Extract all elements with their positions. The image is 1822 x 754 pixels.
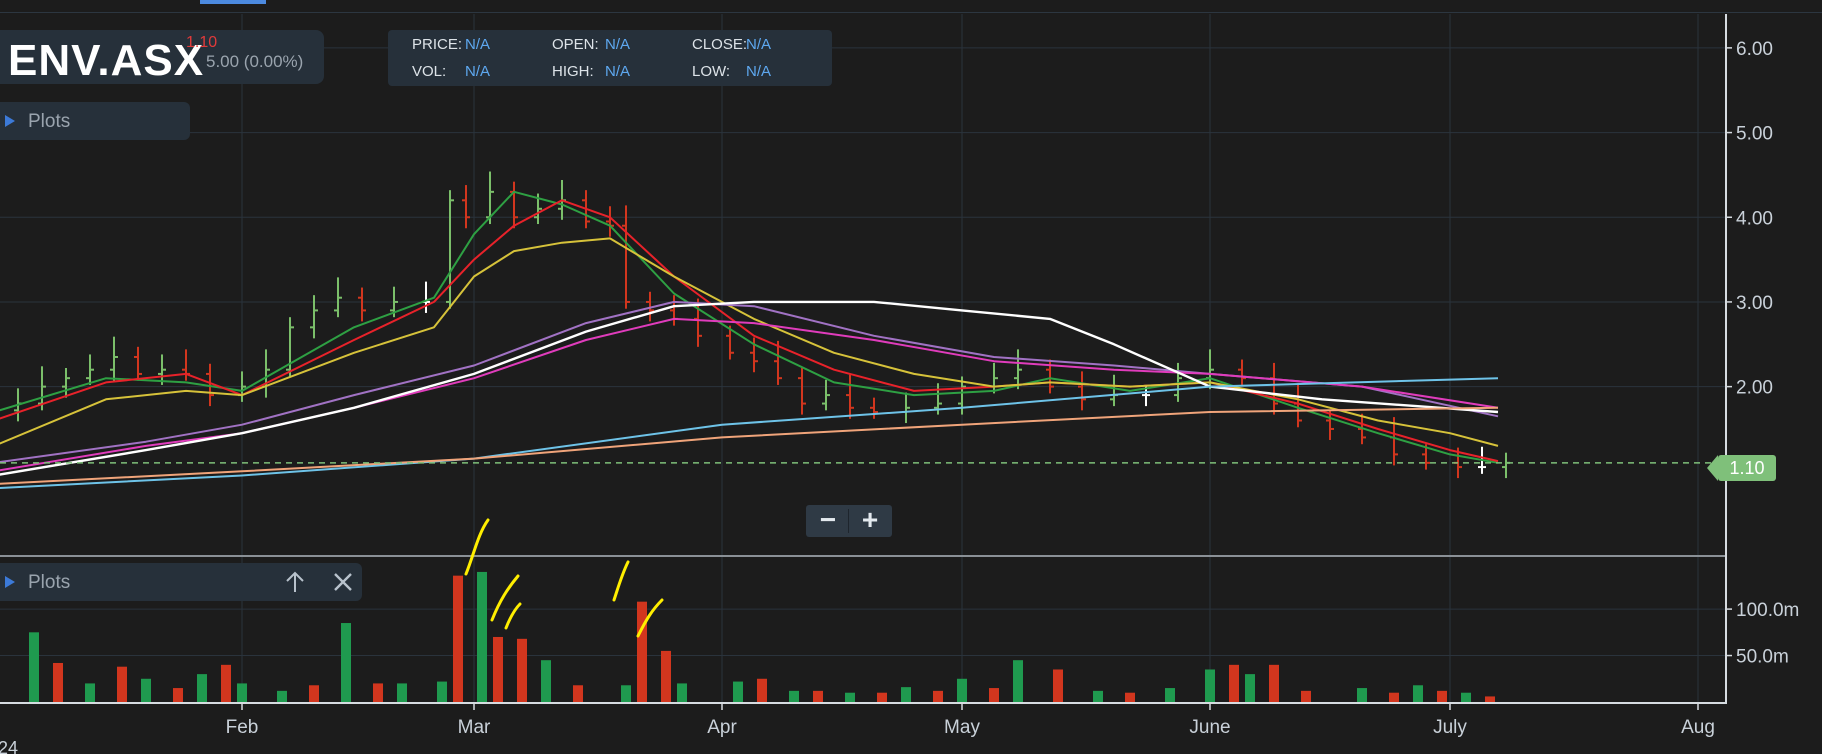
volume-bar [677, 683, 687, 702]
volume-bar [1461, 692, 1471, 702]
last-price-tag: 1.10 [1707, 455, 1776, 481]
volume-bar [845, 692, 855, 702]
price-plots-label: Plots [28, 111, 71, 132]
volume-bar [493, 636, 503, 702]
high-label: HIGH: [552, 63, 594, 80]
time-tick-label: Aug [1681, 717, 1715, 738]
volume-bar [1165, 688, 1175, 702]
price-tick-label: 2.00 [1736, 378, 1773, 399]
volume-bar [989, 688, 999, 702]
volume-bar [85, 683, 95, 702]
volume-bar [237, 683, 247, 702]
volume-bar [341, 623, 351, 702]
volume-bar [309, 685, 319, 702]
volume-bar [573, 685, 583, 702]
volume-bar [901, 687, 911, 702]
price-tick-label: 6.00 [1736, 39, 1773, 60]
volume-bar [1013, 660, 1023, 702]
volume-bar [1269, 664, 1279, 702]
ohlc-legend: PRICE: N/A OPEN: N/A CLOSE: N/A VOL: N/A… [388, 30, 832, 86]
zoom-in-button[interactable]: + [850, 505, 890, 537]
volume-bar [1245, 674, 1255, 702]
symbol-name: ENV.ASX [8, 36, 205, 85]
time-tick-label: Mar [458, 717, 491, 738]
expand-triangle-icon [5, 115, 15, 127]
vol-value: N/A [465, 63, 491, 80]
volume-bar [197, 674, 207, 702]
volume-bar [757, 678, 767, 702]
top-toolbar-strip [0, 0, 1822, 13]
volume-bar [661, 650, 671, 702]
volume-bar [1205, 669, 1215, 702]
price-tick-label: 4.00 [1736, 208, 1773, 229]
volume-bar [373, 683, 383, 702]
volume-bar [437, 681, 447, 702]
volume-bar [277, 690, 287, 702]
volume-bar [29, 632, 39, 702]
volume-bar [453, 575, 463, 702]
time-tick-label: June [1189, 717, 1230, 738]
volume-bar [877, 692, 887, 702]
price-plots-toggle[interactable]: Plots [0, 102, 190, 140]
price-value: N/A [465, 36, 491, 53]
time-tick-label: May [944, 717, 980, 738]
volume-bar [789, 690, 799, 702]
open-label: OPEN: [552, 36, 599, 53]
volume-tick-label: 100.0m [1736, 600, 1799, 621]
low-value: N/A [746, 63, 772, 80]
time-tick-label: July [1433, 717, 1467, 738]
volume-bar [1413, 685, 1423, 702]
expand-triangle-icon [5, 576, 15, 588]
symbol-header: ENV.ASX 1.10 5.00 (0.00%) [0, 30, 324, 85]
zoom-separator [848, 509, 849, 533]
chart-area[interactable]: 2.00 3.00 4.00 5.00 6.00 50.0m 100.0m Feb Mar Apr… [0, 0, 1822, 754]
volume-bar [1485, 696, 1495, 702]
volume-bar [1357, 688, 1367, 702]
volume-bar [173, 688, 183, 702]
price-tick-label: 3.00 [1736, 293, 1773, 314]
volume-bar [141, 678, 151, 702]
volume-bar [637, 601, 647, 702]
active-tab-indicator [200, 0, 266, 4]
volume-bar [1125, 692, 1135, 702]
volume-bar [621, 685, 631, 702]
volume-plots-panel: Plots [0, 563, 362, 601]
volume-bar [221, 664, 231, 702]
price-label: PRICE: [412, 36, 463, 53]
close-value: N/A [746, 36, 772, 53]
high-value: N/A [605, 63, 631, 80]
volume-bar [53, 662, 63, 702]
volume-bar [1229, 664, 1239, 702]
volume-bar [477, 571, 487, 702]
volume-bar [933, 690, 943, 702]
zoom-out-button[interactable]: − [808, 505, 848, 537]
volume-bar [517, 638, 527, 702]
volume-bar [1093, 690, 1103, 702]
close-label: CLOSE: [692, 36, 748, 53]
volume-plots-label[interactable]: Plots [28, 572, 70, 594]
time-tick-label: Feb [226, 717, 259, 738]
time-tick-label: Apr [707, 717, 737, 738]
arrow-up-icon[interactable] [284, 570, 306, 599]
year-label: 24 [0, 738, 18, 754]
volume-bar [1389, 692, 1399, 702]
volume-bar [541, 660, 551, 702]
open-value: N/A [605, 36, 631, 53]
volume-bar [397, 683, 407, 702]
volume-bar [733, 681, 743, 702]
last-price: 1.10 [186, 34, 218, 51]
zoom-controls: − + [806, 505, 892, 537]
volume-bar [117, 666, 127, 702]
volume-tick-label: 50.0m [1736, 647, 1789, 668]
volume-bar [813, 690, 823, 702]
price-change: 5.00 (0.00%) [206, 52, 304, 71]
volume-bar [957, 678, 967, 702]
low-label: LOW: [692, 63, 731, 80]
close-icon[interactable] [332, 570, 354, 599]
vol-label: VOL: [412, 63, 447, 80]
volume-bar [1053, 669, 1063, 702]
volume-bar [1437, 690, 1447, 702]
price-tick-label: 5.00 [1736, 124, 1773, 145]
volume-bar [1301, 690, 1311, 702]
